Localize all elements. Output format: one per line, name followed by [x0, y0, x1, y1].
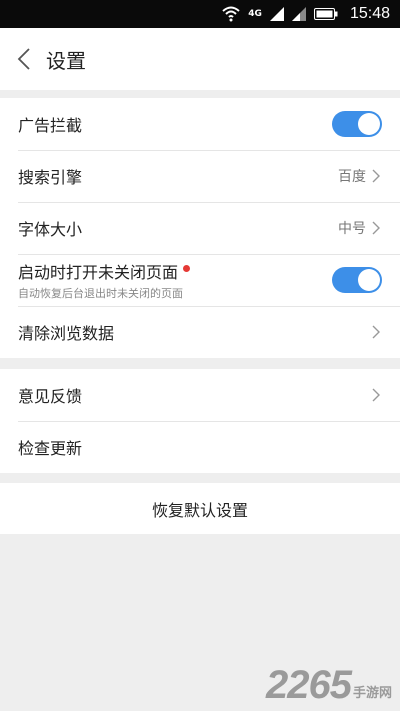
restore-tabs-description: 自动恢复后台退出时未关闭的页面: [18, 287, 183, 300]
signal-icon: [291, 7, 306, 21]
setting-search-engine[interactable]: 搜索引擎 百度: [0, 150, 400, 202]
font-size-label: 字体大小: [18, 220, 83, 239]
signal-icon: [269, 7, 284, 21]
setting-clear-data[interactable]: 清除浏览数据: [0, 306, 400, 358]
setting-feedback[interactable]: 意见反馈: [0, 369, 400, 421]
status-bar: 4G 15:48: [0, 0, 400, 28]
chevron-left-icon: [17, 48, 30, 70]
ad-block-label: 广告拦截: [18, 116, 83, 135]
clear-data-label: 清除浏览数据: [18, 324, 115, 343]
page-title: 设置: [46, 48, 86, 73]
setting-restore-tabs: 启动时打开未关闭页面 自动恢复后台退出时未关闭的页面: [0, 254, 400, 306]
check-update-label: 检查更新: [18, 439, 83, 458]
restore-tabs-text: 启动时打开未关闭页面 自动恢复后台退出时未关闭的页面: [18, 259, 332, 301]
toggle-knob: [358, 269, 380, 291]
restore-tabs-toggle[interactable]: [332, 267, 382, 293]
setting-check-update[interactable]: 检查更新: [0, 421, 400, 473]
watermark-number: 2265: [266, 663, 352, 707]
chevron-right-icon: [372, 387, 382, 403]
wifi-icon: [222, 6, 240, 22]
feedback-label: 意见反馈: [18, 387, 83, 406]
settings-group-about: 意见反馈 检查更新: [0, 369, 400, 473]
chevron-right-icon: [372, 168, 382, 184]
search-engine-value: 百度: [338, 169, 366, 185]
watermark-text: 手游网: [352, 686, 392, 701]
font-size-value: 中号: [338, 221, 366, 237]
chevron-right-icon: [372, 220, 382, 236]
header-bar: 设置: [0, 28, 400, 90]
restore-tabs-label: 启动时打开未关闭页面: [18, 263, 179, 282]
settings-group-general: 广告拦截 搜索引擎 百度 字体大小 中号 启动时打开未关闭页面 自动恢复后台退出…: [0, 98, 400, 358]
toggle-knob: [358, 113, 380, 135]
clock: 15:48: [349, 5, 390, 22]
chevron-right-icon: [372, 324, 382, 340]
back-button[interactable]: [4, 28, 44, 90]
setting-font-size[interactable]: 字体大小 中号: [0, 202, 400, 254]
restore-tabs-title: 启动时打开未关闭页面: [18, 259, 332, 283]
watermark-logo: 2265 手游网: [266, 665, 392, 705]
battery-icon: [313, 8, 338, 20]
reset-defaults-label: 恢复默认设置: [151, 500, 248, 520]
ad-block-toggle[interactable]: [332, 111, 382, 137]
search-engine-label: 搜索引擎: [18, 168, 83, 187]
new-badge-dot: [183, 265, 191, 272]
setting-ad-block: 广告拦截: [0, 98, 400, 150]
network-type-label: 4G: [248, 8, 262, 19]
reset-defaults-button[interactable]: 恢复默认设置: [0, 483, 400, 534]
